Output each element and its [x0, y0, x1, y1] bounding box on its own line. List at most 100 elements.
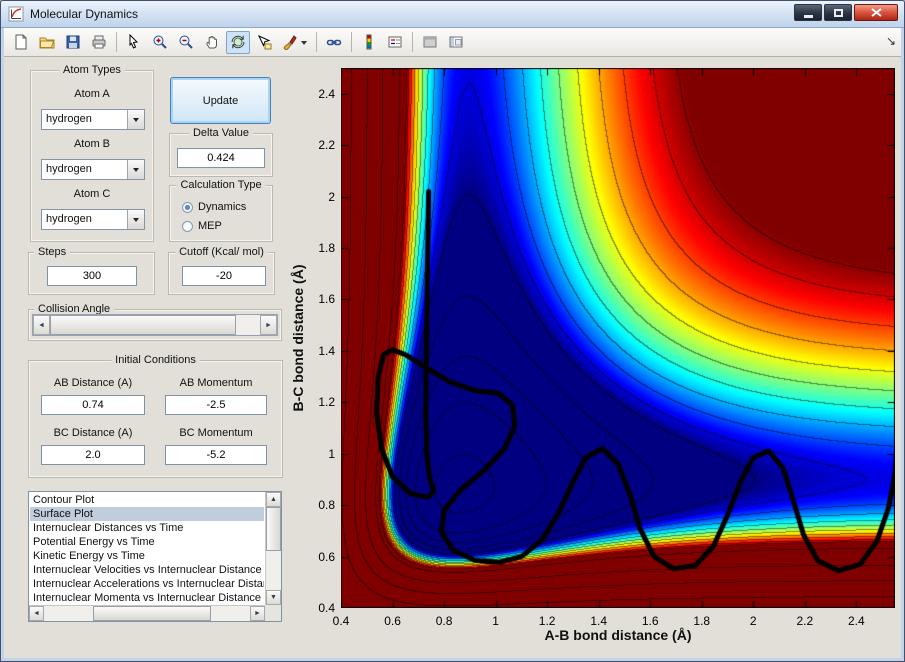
link-plot-button[interactable]	[322, 31, 346, 54]
initial-conditions-panel: Initial Conditions AB Distance (A) AB Mo…	[28, 354, 283, 478]
plot-type-listbox[interactable]: Contour Plot Surface Plot Internuclear Dis…	[28, 491, 282, 622]
brush-data-button[interactable]	[278, 31, 311, 54]
chevron-down-icon[interactable]	[127, 210, 144, 229]
atom-c-select[interactable]: hydrogen	[41, 209, 145, 230]
horizontal-scroll-thumb[interactable]	[93, 606, 211, 621]
zoom-out-icon	[178, 34, 194, 50]
radio-dynamics[interactable]: Dynamics	[182, 200, 246, 214]
ab-distance-label: AB Distance (A)	[53, 377, 133, 389]
steps-field[interactable]	[47, 266, 137, 286]
scrollbar-corner	[265, 605, 281, 621]
x-tick-label: 1.2	[538, 614, 556, 628]
save-figure-button[interactable]	[61, 31, 85, 54]
x-tick-label: 2.4	[848, 614, 865, 628]
atom-a-select[interactable]: hydrogen	[41, 109, 145, 130]
hide-plot-tools-button[interactable]	[418, 31, 442, 54]
show-plot-tools-button[interactable]	[444, 31, 468, 54]
open-folder-icon	[39, 34, 55, 50]
bc-distance-field[interactable]	[41, 445, 145, 465]
plot-list-item[interactable]: Internuclear Momenta vs Internuclear Dis…	[30, 591, 264, 604]
y-tick-label: 2	[328, 189, 335, 204]
scroll-down-arrow-icon[interactable]: ▼	[266, 590, 281, 605]
plot-list-item[interactable]: Surface Plot	[30, 507, 264, 521]
radio-button-icon	[182, 201, 193, 213]
new-document-icon	[13, 34, 29, 50]
minimize-icon	[803, 14, 813, 18]
radio-mep[interactable]: MEP	[182, 219, 222, 233]
brush-icon	[282, 34, 298, 50]
ab-momentum-field[interactable]	[165, 395, 267, 415]
chevron-down-icon[interactable]	[127, 110, 144, 129]
save-disk-icon	[65, 34, 81, 50]
x-tick-label: 2.2	[796, 614, 814, 628]
zoom-in-icon	[152, 34, 168, 50]
steps-panel: Steps	[28, 246, 155, 295]
x-tick-label: 0.6	[384, 614, 401, 628]
atom-b-select[interactable]: hydrogen	[41, 159, 145, 180]
toolbar-separator	[351, 32, 352, 52]
pan-button[interactable]	[200, 31, 224, 54]
atom-types-panel-title: Atom Types	[59, 64, 125, 76]
bc-momentum-field[interactable]	[165, 445, 267, 465]
dock-figure-button[interactable]: ↘	[886, 35, 896, 47]
delta-value-field[interactable]	[177, 148, 265, 168]
dropdown-caret-icon[interactable]	[301, 40, 307, 48]
scroll-left-arrow-icon[interactable]: ◄	[29, 606, 44, 621]
open-file-button[interactable]	[35, 31, 59, 54]
new-figure-button[interactable]	[9, 31, 33, 54]
plot-list-item[interactable]: Contour Plot	[30, 493, 264, 507]
ab-distance-field[interactable]	[41, 395, 145, 415]
maximize-button[interactable]	[824, 4, 852, 21]
insert-colorbar-button[interactable]	[357, 31, 381, 54]
close-icon	[870, 8, 882, 17]
y-tick-label: 0.4	[318, 601, 335, 615]
collision-angle-slider[interactable]: ◄ ►	[32, 314, 278, 336]
minimize-button[interactable]	[794, 4, 822, 21]
atom-c-label: Atom C	[73, 188, 111, 200]
listbox-vertical-scrollbar[interactable]: ▲ ▼	[265, 492, 281, 605]
plot-list-item[interactable]: Internuclear Velocities vs Internuclear …	[30, 563, 264, 577]
atom-c-value: hydrogen	[46, 213, 92, 225]
cutoff-field[interactable]	[182, 266, 266, 286]
slider-thumb[interactable]	[50, 315, 236, 335]
bc-distance-label: BC Distance (A)	[53, 427, 133, 439]
data-cursor-button[interactable]	[252, 31, 276, 54]
window-icon	[8, 6, 24, 22]
figure-content: Atom Types Atom A hydrogen Atom B hydrog…	[4, 57, 901, 658]
chevron-down-icon[interactable]	[127, 160, 144, 179]
vertical-scroll-thumb[interactable]	[266, 507, 281, 551]
zoom-in-button[interactable]	[148, 31, 172, 54]
collision-angle-panel: Collision Angle ◄ ►	[28, 303, 282, 341]
slider-right-arrow-icon[interactable]: ►	[260, 315, 277, 335]
titlebar[interactable]: Molecular Dynamics	[1, 1, 904, 28]
plot-list-item[interactable]: Kinetic Energy vs Time	[30, 549, 264, 563]
window-title: Molecular Dynamics	[30, 7, 139, 21]
printer-icon	[91, 34, 107, 50]
cursor-arrow-icon	[126, 34, 142, 50]
plot-list-item[interactable]: Internuclear Accelerations vs Internucle…	[30, 577, 264, 591]
y-tick-label: 1.2	[318, 395, 335, 410]
pes-plot-canvas[interactable]	[341, 68, 895, 608]
print-figure-button[interactable]	[87, 31, 111, 54]
cutoff-panel: Cutoff (Kcal/ mol)	[168, 246, 275, 295]
rotate-3d-button[interactable]	[226, 30, 250, 54]
colorbar-icon	[361, 34, 377, 50]
listbox-horizontal-scrollbar[interactable]: ◄ ►	[29, 605, 265, 621]
update-button[interactable]: Update	[170, 77, 271, 124]
edit-plot-button[interactable]	[122, 31, 146, 54]
insert-legend-button[interactable]	[383, 31, 407, 54]
scroll-up-arrow-icon[interactable]: ▲	[266, 492, 281, 507]
plot-list-item[interactable]: Internuclear Distances vs Time	[30, 521, 264, 535]
close-button[interactable]	[854, 4, 898, 21]
x-tick-label: 0.8	[435, 614, 453, 628]
atom-types-panel: Atom Types Atom A hydrogen Atom B hydrog…	[30, 64, 154, 242]
y-tick-label: 1	[328, 446, 335, 461]
slider-left-arrow-icon[interactable]: ◄	[33, 315, 50, 335]
scroll-right-arrow-icon[interactable]: ►	[250, 606, 265, 621]
y-tick-label: 2.2	[318, 138, 335, 153]
calculation-type-panel-title: Calculation Type	[176, 179, 266, 191]
atom-b-label: Atom B	[73, 138, 111, 150]
plot-list-item[interactable]: Potential Energy vs Time	[30, 535, 264, 549]
zoom-out-button[interactable]	[174, 31, 198, 54]
x-tick-label: 0.4	[332, 614, 350, 628]
